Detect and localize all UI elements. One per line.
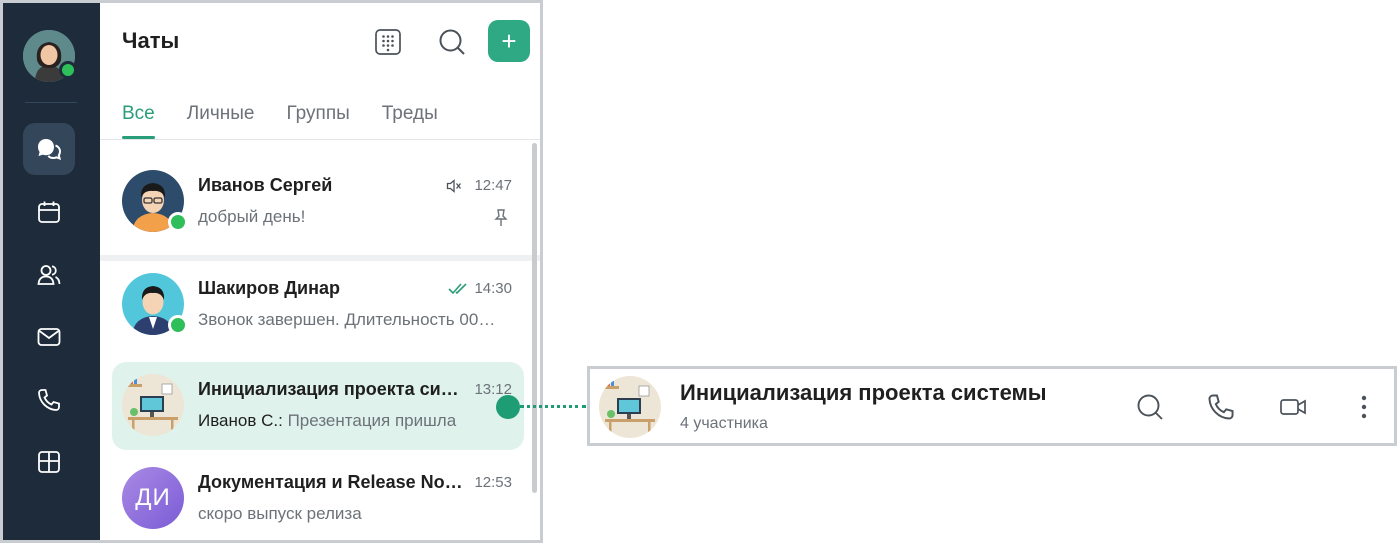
muted-icon xyxy=(446,179,462,193)
chat-video-button[interactable] xyxy=(1275,389,1311,425)
chat-name: Инициализация проекта системы xyxy=(198,379,468,399)
online-indicator xyxy=(59,61,77,79)
dialpad-button[interactable] xyxy=(367,21,409,63)
chat-name: Иванов Сергей xyxy=(198,175,333,195)
rail-calendar[interactable] xyxy=(23,186,75,238)
chat-search-button[interactable] xyxy=(1132,389,1168,425)
chat-preview: добрый день! xyxy=(198,207,306,226)
apps-grid-icon xyxy=(38,451,60,473)
tab-threads[interactable]: Треды xyxy=(382,103,438,139)
phone-icon xyxy=(1208,394,1234,420)
chat-header-title: Инициализация проекта системы xyxy=(680,380,1047,405)
chat-time: 12:47 xyxy=(474,177,512,194)
rail-divider xyxy=(25,102,77,103)
rail-calls[interactable] xyxy=(23,374,75,426)
video-camera-icon xyxy=(1280,399,1306,415)
rail-mail[interactable] xyxy=(23,311,75,363)
search-icon xyxy=(1137,394,1163,420)
more-vertical-icon xyxy=(1361,395,1367,419)
chat-time: 12:53 xyxy=(474,474,512,491)
tabs-divider xyxy=(100,139,540,140)
scrollbar[interactable] xyxy=(532,143,537,493)
rail-contacts[interactable] xyxy=(23,249,75,301)
chat-preview: Звонок завершен. Длительность 00:03:59 xyxy=(198,310,498,329)
chat-tabs: Все Личные Группы Треды xyxy=(122,103,470,139)
chat-more-button[interactable] xyxy=(1346,389,1382,425)
chat-item-ivanov[interactable]: Иванов Сергей 12:47 добрый день! xyxy=(112,158,524,246)
chat-call-button[interactable] xyxy=(1203,389,1239,425)
tab-personal[interactable]: Личные xyxy=(187,103,255,139)
mail-icon xyxy=(37,328,61,346)
chat-header-members[interactable]: 4 участника xyxy=(680,415,768,433)
chat-preview: Иванов С.: Презентация пришла xyxy=(198,411,498,431)
my-profile[interactable] xyxy=(23,30,77,82)
callout-dot xyxy=(496,395,520,419)
read-checkmarks-icon xyxy=(448,283,467,295)
dialpad-icon xyxy=(375,29,401,55)
avatar-initials: ДИ xyxy=(122,467,184,529)
chat-list-panel: Чаты + Все Личные Группы Треды Иванов Се… xyxy=(100,3,540,540)
messenger-window: Чаты + Все Личные Группы Треды Иванов Се… xyxy=(0,0,543,543)
chat-item-docs[interactable]: ДИ Документация и Release Notes 12:53 ск… xyxy=(112,455,524,540)
chat-item-shakirov[interactable]: Шакиров Динар 14:30 Звонок завершен. Дли… xyxy=(112,261,524,349)
tab-all[interactable]: Все xyxy=(122,103,155,139)
rail-chats[interactable] xyxy=(23,123,75,175)
avatar xyxy=(122,374,184,436)
phone-icon xyxy=(38,389,60,411)
chat-preview: скоро выпуск релиза xyxy=(198,504,362,523)
preview-author: Иванов С.: xyxy=(198,411,283,430)
chat-item-project-init[interactable]: Инициализация проекта системы 13:12 Иван… xyxy=(112,362,524,450)
online-indicator xyxy=(168,315,188,335)
search-icon xyxy=(439,29,465,55)
chat-name: Документация и Release Notes xyxy=(198,472,468,492)
calendar-icon xyxy=(38,201,60,223)
new-chat-button[interactable]: + xyxy=(488,20,530,62)
contacts-icon xyxy=(37,265,61,285)
search-button[interactable] xyxy=(431,21,473,63)
nav-rail xyxy=(3,3,100,540)
chat-name: Шакиров Динар xyxy=(198,278,340,298)
chat-bubbles-icon xyxy=(38,139,62,160)
preview-text: Презентация пришла xyxy=(282,411,457,430)
chat-header-avatar xyxy=(599,376,661,438)
tab-groups[interactable]: Группы xyxy=(286,103,349,139)
callout-line xyxy=(520,405,586,408)
chat-header: Инициализация проекта системы 4 участник… xyxy=(587,366,1397,446)
pin-icon xyxy=(494,209,508,226)
rail-apps[interactable] xyxy=(23,436,75,488)
chat-time: 14:30 xyxy=(474,280,512,297)
online-indicator xyxy=(168,212,188,232)
page-title: Чаты xyxy=(122,28,180,53)
